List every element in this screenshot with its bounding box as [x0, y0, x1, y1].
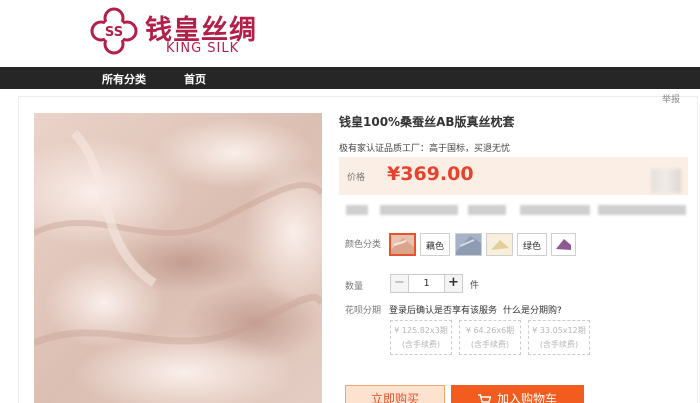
installment-amount: ¥ 125.82x3期: [394, 326, 448, 335]
blurred-qr: [651, 169, 681, 193]
add-to-cart-button[interactable]: 加入购物车: [451, 385, 584, 403]
brand-logo[interactable]: SS 钱皇丝绸 KING SILK: [88, 5, 258, 60]
brand-name-en: KING SILK: [166, 41, 240, 56]
silk-fabric-image: [34, 113, 322, 403]
cart-icon: [477, 393, 491, 403]
color-swatch-2[interactable]: 藕色: [420, 233, 450, 256]
quantity-increase-button[interactable]: +: [444, 274, 463, 293]
price-panel: 价格 ¥369.00: [339, 157, 688, 195]
top-navbar: 所有分类 首页: [0, 67, 700, 89]
color-swatch-3[interactable]: [455, 233, 482, 256]
svg-text:SS: SS: [105, 25, 123, 40]
installment-amount: ¥ 33.05x12期: [532, 326, 586, 335]
installment-fee-note: (含手续费): [539, 340, 579, 349]
swatch-label: 藕色: [425, 242, 444, 252]
blurred-promo-strip: [342, 203, 688, 216]
installment-option-3[interactable]: ¥ 125.82x3期 (含手续费): [390, 320, 452, 355]
installment-option-12[interactable]: ¥ 33.05x12期 (含手续费): [528, 320, 590, 355]
installment-label: 花呗分期: [345, 306, 382, 316]
price-label: 价格: [347, 173, 366, 183]
color-label: 颜色分类: [345, 240, 382, 250]
quantity-decrease-button[interactable]: −: [390, 274, 409, 293]
nav-all-categories[interactable]: 所有分类: [102, 71, 146, 87]
product-main-image[interactable]: [34, 113, 322, 403]
swatch-image-icon: [552, 234, 575, 255]
nav-home[interactable]: 首页: [184, 71, 206, 87]
product-title: 钱皇100%桑蚕丝AB版真丝枕套: [339, 115, 515, 129]
buy-now-button[interactable]: 立即购买: [345, 385, 445, 403]
product-page: SS 钱皇丝绸 KING SILK 所有分类 首页 举报 钱皇100%桑蚕丝AB…: [0, 0, 700, 403]
color-swatch-6[interactable]: [551, 233, 576, 256]
installment-help-link[interactable]: 什么是分期购?: [503, 303, 562, 316]
installment-login-link[interactable]: 登录后确认是否享有该服务: [389, 303, 497, 316]
product-subtitle: 极有家认证品质工厂：高于国标，买退无忧: [339, 144, 511, 154]
installment-amount: ¥ 64.26x6期: [465, 326, 515, 335]
quantity-input[interactable]: 1: [409, 274, 444, 293]
color-swatch-4[interactable]: [486, 233, 513, 256]
quantity-unit: 件: [470, 281, 480, 291]
report-link[interactable]: 举报: [662, 92, 680, 105]
quantity-label: 数量: [345, 282, 364, 292]
swatch-label: 绿色: [522, 242, 541, 252]
logo-mark-icon: SS: [90, 7, 138, 55]
installment-fee-note: (含手续费): [470, 340, 510, 349]
installment-option-6[interactable]: ¥ 64.26x6期 (含手续费): [459, 320, 521, 355]
installment-fee-note: (含手续费): [401, 340, 441, 349]
swatch-image-icon: [487, 234, 512, 255]
add-to-cart-label: 加入购物车: [496, 392, 557, 403]
price-value: ¥369.00: [387, 163, 474, 185]
color-swatch-1[interactable]: [389, 233, 416, 256]
color-swatch-5[interactable]: 绿色: [517, 233, 547, 256]
swatch-image-icon: [456, 234, 481, 255]
swatch-image-icon: [391, 235, 414, 254]
